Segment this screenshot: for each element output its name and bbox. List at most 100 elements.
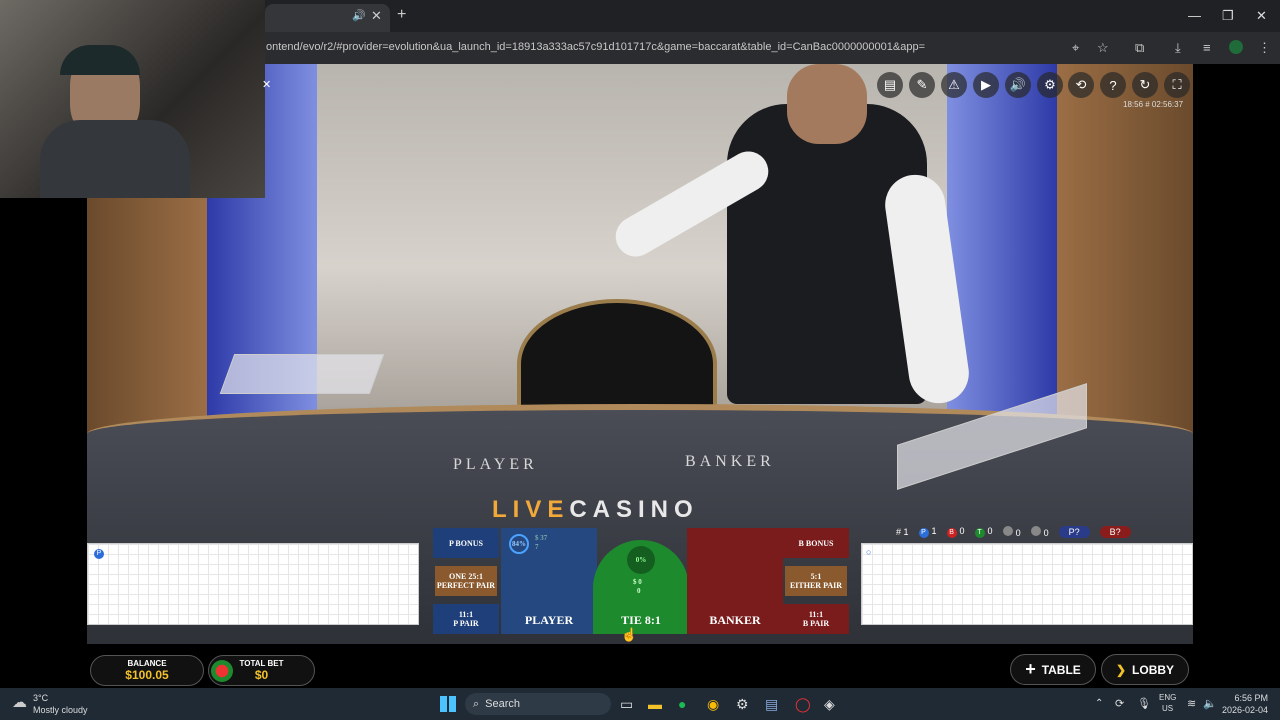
file-explorer-icon[interactable]: ▬ bbox=[648, 696, 662, 712]
more-menu-icon[interactable]: ⋮ bbox=[1258, 40, 1271, 56]
extensions-icon[interactable]: ⧉ bbox=[1135, 40, 1144, 56]
tie-bet[interactable]: TIE 8:1 0% $ 0 0 bbox=[593, 540, 689, 634]
banker-pair-icon bbox=[1030, 526, 1041, 536]
banker-prediction[interactable]: B? bbox=[1099, 526, 1131, 538]
round-number: # 1 bbox=[896, 527, 909, 537]
player-bet-amount: $ 37 bbox=[535, 534, 548, 542]
language-code[interactable]: ENG bbox=[1159, 693, 1176, 702]
bookmark-star-icon[interactable]: ☆ bbox=[1097, 40, 1109, 56]
close-overlay-icon[interactable]: ✕ bbox=[262, 78, 271, 91]
settings-gear-icon[interactable]: ⚙ bbox=[1037, 72, 1063, 98]
chip-icon[interactable] bbox=[211, 660, 233, 682]
lobby-arrow-icon: ❯ bbox=[1115, 662, 1127, 677]
player-bet-percent: 84% bbox=[509, 534, 529, 554]
betting-grid: P BONUS ONE 25:1 PERFECT PAIR 11:1 P PAIR … bbox=[433, 528, 849, 636]
player-wins-icon: P bbox=[918, 528, 929, 538]
help-icon[interactable]: ? bbox=[1100, 72, 1126, 98]
balance-display: BALANCE $100.05 bbox=[90, 655, 204, 686]
either-pair-bet[interactable]: 5:1 EITHER PAIR bbox=[785, 566, 847, 596]
b-bonus-bet[interactable]: B BONUS bbox=[783, 528, 849, 558]
tray-sync-icon[interactable]: ⟳ bbox=[1115, 697, 1124, 710]
weather-cloud-icon[interactable]: ☁ bbox=[12, 693, 27, 711]
p-bonus-bet[interactable]: P BONUS bbox=[433, 528, 499, 558]
close-window-icon[interactable]: ✕ bbox=[1256, 8, 1267, 24]
total-bet-label: TOTAL BET bbox=[239, 659, 284, 668]
windows-taskbar bbox=[0, 688, 1280, 720]
balance-value: $100.05 bbox=[125, 668, 169, 682]
stats-row: # 1 P1 B0 T0 0 0 P? B? bbox=[896, 526, 1131, 538]
region-code[interactable]: US bbox=[1162, 704, 1173, 713]
streamer-body bbox=[40, 120, 190, 198]
url-text[interactable]: ontend/evo/r2/#provider=evolution&ua_lau… bbox=[266, 41, 925, 53]
browser-tab[interactable]: 🔊 ✕ bbox=[265, 4, 390, 32]
clock-date[interactable]: 2026-02-04 bbox=[1218, 705, 1268, 715]
banker-bet[interactable]: BANKER bbox=[687, 528, 783, 634]
tie-bet-count: 0 bbox=[637, 587, 641, 595]
app-icon[interactable]: ◈ bbox=[824, 696, 835, 713]
felt-player-label: PLAYER bbox=[453, 456, 538, 473]
fullscreen-icon[interactable]: ⛶ bbox=[1164, 72, 1190, 98]
weather-temp[interactable]: 3°C bbox=[33, 693, 48, 703]
minimize-icon[interactable]: — bbox=[1188, 8, 1201, 23]
roadmap-marker: ○ bbox=[866, 547, 872, 557]
spotify-icon[interactable]: ● bbox=[678, 696, 686, 712]
player-prediction[interactable]: P? bbox=[1058, 526, 1090, 538]
felt-banker-label: BANKER bbox=[685, 453, 775, 470]
chrome-icon[interactable]: ◉ bbox=[707, 696, 719, 713]
history-icon[interactable]: ⟲ bbox=[1068, 72, 1094, 98]
roadmap-right[interactable]: ○ bbox=[861, 543, 1193, 625]
location-icon[interactable]: ⌖ bbox=[1072, 40, 1079, 56]
total-bet-value: $0 bbox=[254, 668, 269, 682]
webcam-overlay bbox=[0, 0, 265, 198]
player-wins-count: 1 bbox=[931, 526, 937, 536]
weather-description[interactable]: Mostly cloudy bbox=[33, 705, 88, 715]
speaker-icon[interactable]: 🔊 bbox=[352, 9, 366, 22]
tips-icon[interactable]: ✎ bbox=[909, 72, 935, 98]
tray-chevron-icon[interactable]: ⌃ bbox=[1095, 698, 1103, 709]
swap-icon[interactable]: ↻ bbox=[1132, 72, 1158, 98]
session-time: 18:56 # 02:56:37 bbox=[1123, 100, 1184, 109]
roadmap-player-marker: P bbox=[94, 549, 104, 559]
settings-app-icon[interactable]: ⚙ bbox=[736, 696, 749, 713]
lobby-button[interactable]: ❯ LOBBY bbox=[1101, 654, 1189, 685]
banker-pair-count: 0 bbox=[1043, 528, 1049, 538]
total-bet-display: TOTAL BET $0 bbox=[208, 655, 315, 686]
mouse-cursor-icon: ☝ bbox=[621, 627, 638, 642]
clock-time[interactable]: 6:56 PM bbox=[1224, 693, 1268, 703]
b-pair-bet[interactable]: 11:1 B PAIR bbox=[783, 604, 849, 634]
notepad-icon[interactable]: ▤ bbox=[765, 696, 778, 713]
table-button[interactable]: + TABLE bbox=[1010, 654, 1096, 685]
microphone-icon[interactable]: 🎙 bbox=[1137, 697, 1151, 710]
restore-icon[interactable]: ❐ bbox=[1222, 8, 1234, 24]
tie-count-icon: T bbox=[974, 528, 985, 538]
windows-start-icon[interactable] bbox=[440, 696, 456, 712]
player-pair-count: 0 bbox=[1015, 528, 1021, 538]
video-icon[interactable]: ▶ bbox=[973, 72, 999, 98]
cap bbox=[60, 45, 140, 75]
banker-wins-icon: B bbox=[946, 528, 957, 538]
p-pair-bet[interactable]: 11:1 P PAIR bbox=[433, 604, 499, 634]
media-icon[interactable]: ≡ bbox=[1203, 40, 1211, 55]
new-tab-icon[interactable]: + bbox=[397, 6, 406, 24]
banker-wins-count: 0 bbox=[959, 526, 965, 536]
wifi-icon[interactable]: ≋ bbox=[1187, 697, 1196, 710]
volume-icon[interactable]: 🔊 bbox=[1005, 72, 1031, 98]
opera-icon[interactable]: ◯ bbox=[795, 696, 811, 713]
profile-avatar[interactable] bbox=[1229, 40, 1243, 54]
download-icon[interactable]: ⤓ bbox=[1175, 40, 1181, 56]
chat-icon[interactable]: ▤ bbox=[877, 72, 903, 98]
perfect-pair-bet[interactable]: ONE 25:1 PERFECT PAIR bbox=[435, 566, 497, 596]
live-casino-logo: LIVECASINO bbox=[492, 496, 699, 523]
dealer-head bbox=[787, 64, 867, 144]
player-bet-count: 7 bbox=[535, 543, 539, 551]
roadmap-left[interactable]: P bbox=[87, 543, 419, 625]
close-tab-icon[interactable]: ✕ bbox=[371, 8, 382, 24]
task-view-icon[interactable]: ▭ bbox=[620, 696, 633, 713]
speaker-tray-icon[interactable]: 🔈 bbox=[1203, 697, 1217, 710]
taskbar-search[interactable]: ⌕ Search bbox=[465, 693, 611, 715]
card-shoe-left bbox=[219, 354, 385, 394]
tie-count: 0 bbox=[987, 526, 993, 536]
warning-icon[interactable]: ⚠ bbox=[941, 72, 967, 98]
balance-label: BALANCE bbox=[127, 659, 167, 668]
player-bet[interactable]: PLAYER 84% $ 37 7 bbox=[501, 528, 597, 634]
